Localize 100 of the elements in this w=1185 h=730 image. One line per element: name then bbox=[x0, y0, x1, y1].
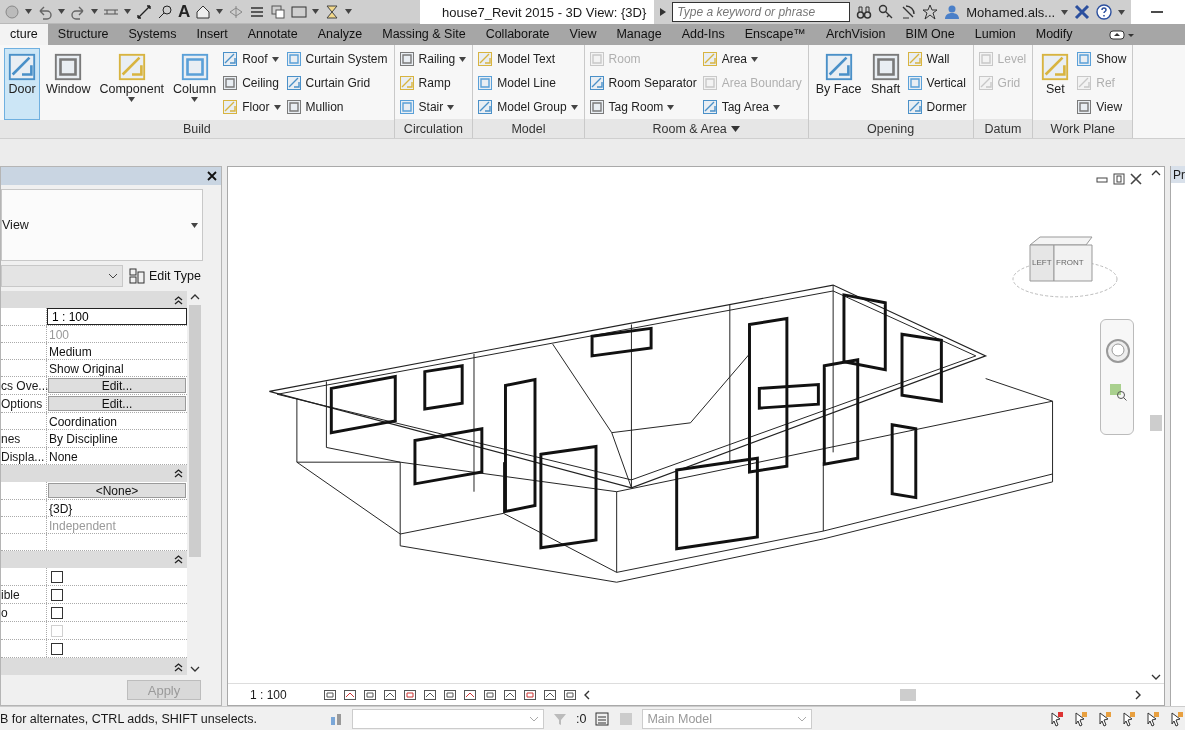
ribbon-toggle-icon[interactable] bbox=[1108, 29, 1135, 40]
scale-field[interactable]: 1 : 100 bbox=[47, 308, 187, 326]
ribbon-button[interactable]: Tag Room bbox=[588, 96, 699, 118]
ribbon-button[interactable]: Stair bbox=[398, 96, 469, 118]
scroll-thumb[interactable] bbox=[899, 688, 916, 701]
scroll-thumb[interactable] bbox=[189, 305, 201, 557]
collapse-icon[interactable] bbox=[174, 294, 183, 305]
ribbon-button[interactable]: Window bbox=[43, 48, 94, 120]
ribbon-button[interactable]: Tag Area bbox=[701, 96, 804, 118]
ribbon-tab[interactable]: cture bbox=[0, 24, 48, 45]
caret-icon[interactable] bbox=[730, 125, 740, 132]
checkbox[interactable] bbox=[51, 571, 63, 583]
panel-title: Model bbox=[511, 121, 546, 136]
property-button[interactable]: Edit... bbox=[48, 378, 186, 394]
ribbon-button[interactable]: Room Separator bbox=[588, 72, 699, 94]
windows-icon[interactable] bbox=[270, 3, 287, 20]
ribbon-tab[interactable]: Insert bbox=[186, 24, 238, 45]
select-by-face-icon[interactable] bbox=[1121, 710, 1137, 727]
ribbon-button[interactable]: Roof bbox=[222, 48, 283, 70]
star-icon[interactable] bbox=[922, 4, 939, 20]
zoom-icon[interactable] bbox=[1108, 382, 1128, 402]
select-underlay-icon[interactable] bbox=[1073, 710, 1089, 727]
property-button[interactable]: Edit... bbox=[48, 396, 186, 412]
ribbon-tab[interactable]: Collaborate bbox=[475, 24, 560, 45]
hourglass-icon[interactable] bbox=[324, 3, 341, 20]
ribbon-tab[interactable]: Analyze bbox=[307, 24, 373, 45]
ribbon-tab[interactable]: Structure bbox=[47, 24, 119, 45]
restore-icon[interactable] bbox=[1113, 173, 1125, 185]
collapse-icon[interactable] bbox=[174, 554, 183, 565]
type-selector[interactable]: View bbox=[1, 189, 203, 261]
close-icon[interactable] bbox=[1130, 173, 1142, 185]
ribbon-button[interactable]: Door bbox=[4, 48, 40, 120]
checkbox[interactable] bbox=[51, 643, 63, 655]
ribbon-button[interactable]: Floor bbox=[222, 96, 283, 118]
ribbon-tab[interactable]: Systems bbox=[118, 24, 187, 45]
help-icon[interactable] bbox=[1096, 4, 1113, 20]
ribbon-button[interactable]: Railing bbox=[398, 48, 469, 70]
ribbon-button[interactable]: Show bbox=[1076, 48, 1129, 70]
panel-tab[interactable]: Pr bbox=[1171, 166, 1185, 183]
scroll-right-icon[interactable] bbox=[1134, 689, 1142, 700]
ribbon-button[interactable]: Model Text bbox=[477, 48, 580, 70]
select-pinned-icon[interactable] bbox=[1097, 710, 1113, 727]
ribbon-button[interactable]: Ceiling bbox=[222, 72, 283, 94]
edit-type-button[interactable]: Edit Type bbox=[129, 268, 201, 284]
search-field[interactable]: Type a keyword or phrase bbox=[672, 2, 851, 22]
ribbon-tab[interactable]: Add-Ins bbox=[671, 24, 735, 45]
ribbon-tab[interactable]: View bbox=[559, 24, 607, 45]
ribbon-button[interactable]: Component bbox=[96, 48, 168, 120]
ribbon-button[interactable]: Column bbox=[170, 48, 220, 120]
binoculars-icon[interactable] bbox=[856, 4, 873, 20]
design-options-icon[interactable] bbox=[594, 710, 611, 727]
ribbon-button[interactable]: Model Line bbox=[477, 72, 580, 94]
scroll-left-icon[interactable] bbox=[582, 689, 591, 700]
navigation-bar[interactable] bbox=[1100, 319, 1134, 435]
tool-icon bbox=[398, 51, 415, 67]
ribbon-button[interactable]: Model Group bbox=[477, 96, 580, 118]
ribbon-button[interactable]: Mullion bbox=[285, 96, 390, 118]
ribbon-button[interactable]: Shaft bbox=[867, 48, 904, 120]
ribbon-tab[interactable]: Massing & Site bbox=[372, 24, 476, 45]
checkbox[interactable] bbox=[51, 607, 63, 619]
ribbon-tab[interactable]: Enscape™ bbox=[734, 24, 816, 45]
ribbon-button[interactable]: Ramp bbox=[398, 72, 469, 94]
section-header[interactable] bbox=[1, 291, 187, 309]
minimize-icon[interactable] bbox=[1151, 8, 1164, 16]
ribbon-button[interactable]: Area bbox=[701, 48, 804, 70]
checkbox[interactable] bbox=[51, 589, 63, 601]
3d-viewport[interactable]: LEFT FRONT 1 : 100 bbox=[227, 166, 1165, 706]
ribbon-tab[interactable]: Modify bbox=[1025, 24, 1083, 45]
satellite-icon[interactable] bbox=[900, 4, 917, 20]
house-icon[interactable] bbox=[195, 3, 212, 20]
collapse-icon[interactable] bbox=[174, 468, 183, 479]
key-icon[interactable] bbox=[878, 4, 895, 20]
steering-wheel-icon[interactable] bbox=[1103, 336, 1133, 366]
ribbon-tab[interactable]: Manage bbox=[606, 24, 672, 45]
tool-icon bbox=[701, 99, 718, 115]
ribbon-tab[interactable]: ArchVision bbox=[815, 24, 896, 45]
ribbon-button[interactable]: View bbox=[1076, 96, 1129, 118]
text-tool-glyph[interactable]: A bbox=[178, 1, 191, 22]
collapse-icon[interactable] bbox=[174, 661, 183, 672]
view-scale[interactable]: 1 : 100 bbox=[250, 687, 287, 702]
ribbon-tab[interactable]: Lumion bbox=[964, 24, 1026, 45]
user-name[interactable]: Mohamed.als... bbox=[966, 4, 1056, 20]
ribbon-tab[interactable]: BIM One bbox=[895, 24, 965, 45]
tool-icon bbox=[285, 75, 302, 91]
ribbon-button[interactable]: By Face bbox=[812, 48, 865, 120]
select-links-icon[interactable] bbox=[1049, 710, 1065, 727]
ribbon-button[interactable]: Dormer bbox=[906, 96, 969, 118]
user-icon[interactable] bbox=[944, 4, 961, 20]
exchange-x-icon[interactable] bbox=[1074, 4, 1091, 20]
ribbon-button[interactable]: Curtain Grid bbox=[285, 72, 390, 94]
ribbon-tab[interactable]: Annotate bbox=[237, 24, 308, 45]
ribbon-button[interactable]: Vertical bbox=[906, 72, 969, 94]
ribbon-button[interactable]: Wall bbox=[906, 48, 969, 70]
property-button[interactable]: <None> bbox=[48, 482, 186, 498]
close-icon[interactable] bbox=[207, 171, 217, 181]
ribbon-button[interactable]: Curtain System bbox=[285, 48, 390, 70]
scroll-thumb[interactable] bbox=[1150, 415, 1162, 432]
ribbon-button[interactable]: Set bbox=[1037, 48, 1074, 120]
dimension-icon[interactable] bbox=[136, 3, 152, 20]
expand-arrow-icon[interactable] bbox=[660, 8, 667, 16]
